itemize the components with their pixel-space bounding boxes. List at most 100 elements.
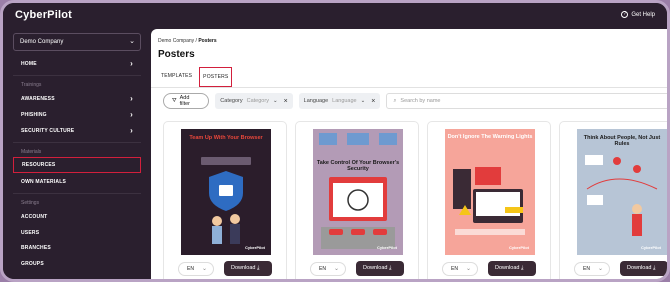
get-help-button[interactable]: ? Get Help: [621, 11, 655, 18]
poster-brand: CyberPilot: [640, 245, 661, 250]
download-label: Download: [363, 265, 388, 271]
poster-thumbnail[interactable]: Team Up With Your Browser CyberPilot: [181, 129, 271, 255]
download-icon: ⤓: [389, 265, 392, 271]
language-select[interactable]: EN ⌄: [178, 262, 214, 276]
sidebar-item-branches[interactable]: BRANCHES: [13, 241, 141, 255]
get-help-label: Get Help: [631, 11, 655, 18]
sidebar-item-users[interactable]: USERS: [13, 226, 141, 240]
download-label: Download: [495, 265, 520, 271]
tab-templates[interactable]: TEMPLATES: [158, 67, 195, 87]
download-label: Download: [627, 265, 652, 271]
poster-illustration: [585, 155, 658, 236]
company-select[interactable]: Demo Company ⌄: [13, 33, 141, 51]
language-select[interactable]: EN ⌄: [310, 262, 346, 276]
language-select[interactable]: EN ⌄: [442, 262, 478, 276]
chevron-down-icon: ⌄: [201, 266, 207, 272]
tab-posters[interactable]: POSTERS: [199, 67, 233, 87]
filter-icon: ⛛: [172, 97, 177, 104]
chevron-right-icon: ›: [130, 110, 133, 119]
poster-card[interactable]: Don't Ignore The Warning Lights CyberPil…: [427, 121, 551, 279]
sidebar-item-security-culture[interactable]: SECURITY CULTURE ›: [13, 124, 141, 138]
download-button[interactable]: Download ⤓: [356, 261, 404, 276]
poster-thumbnail[interactable]: Take Control Of Your Browser's Security …: [313, 129, 403, 255]
category-filter[interactable]: Category Category ⌄ ×: [215, 93, 293, 109]
search-icon: ⌕: [393, 97, 397, 104]
sidebar-item-label: PHISHING: [21, 112, 47, 118]
poster-illustration: [319, 133, 397, 249]
sidebar-item-label: BRANCHES: [21, 245, 51, 251]
chevron-right-icon: ›: [130, 94, 133, 103]
sidebar-item-home[interactable]: HOME ›: [13, 57, 141, 71]
language-filter[interactable]: Language Language ⌄ ×: [298, 93, 381, 109]
chevron-right-icon: ›: [130, 126, 133, 135]
poster-illustration: [453, 167, 525, 235]
chevron-down-icon: ⌄: [360, 98, 366, 104]
divider: [13, 193, 141, 194]
add-filter-button[interactable]: ⛛ Add filter: [163, 93, 210, 109]
chevron-right-icon: ›: [130, 59, 133, 68]
sidebar-item-resources[interactable]: RESOURCES: [13, 157, 141, 173]
clear-category-icon[interactable]: ×: [284, 98, 288, 105]
search-input[interactable]: ⌕ Search by name: [386, 93, 667, 109]
sidebar-item-groups[interactable]: GROUPS: [13, 257, 141, 271]
sidebar-item-label: HOME: [21, 61, 37, 67]
search-placeholder: Search by name: [400, 98, 441, 104]
sidebar-item-phishing[interactable]: PHISHING ›: [13, 108, 141, 122]
sidebar-item-own-materials[interactable]: OWN MATERIALS: [13, 175, 141, 189]
sidebar-item-label: ACCOUNT: [21, 214, 48, 220]
app-window: CyberPilot ? Get Help Demo Company ⌄ HOM…: [0, 0, 670, 282]
clear-language-icon[interactable]: ×: [371, 98, 375, 105]
poster-brand: CyberPilot: [244, 245, 265, 250]
tab-bar: TEMPLATES POSTERS: [158, 67, 233, 87]
poster-card[interactable]: Take Control Of Your Browser's Security …: [295, 121, 419, 279]
download-button[interactable]: Download ⤓: [620, 261, 667, 276]
logo: CyberPilot: [15, 9, 73, 21]
sidebar-item-account[interactable]: ACCOUNT: [13, 210, 141, 224]
download-icon: ⤓: [521, 265, 524, 271]
poster-brand: CyberPilot: [376, 245, 397, 250]
page-title: Posters: [158, 49, 195, 60]
section-materials: Materials: [21, 149, 42, 155]
poster-card[interactable]: Think About People, Not Just Rules Cyber…: [559, 121, 667, 279]
company-name: Demo Company: [20, 39, 64, 45]
poster-brand: CyberPilot: [508, 245, 529, 250]
sidebar-item-label: RESOURCES: [22, 162, 56, 168]
filter-bar: ⛛ Add filter Category Category ⌄ × Langu…: [163, 93, 667, 109]
sidebar-item-label: GROUPS: [21, 261, 44, 267]
download-icon: ⤓: [257, 265, 260, 271]
sidebar-item-label: OWN MATERIALS: [21, 179, 67, 185]
poster-thumbnail[interactable]: Don't Ignore The Warning Lights CyberPil…: [445, 129, 535, 255]
divider: [151, 87, 667, 88]
sidebar-item-label: AWARENESS: [21, 96, 55, 102]
breadcrumb-current: Posters: [198, 38, 217, 44]
breadcrumb: Demo Company / Posters: [158, 38, 217, 44]
section-settings: Settings: [21, 200, 40, 206]
language-filter-value: Language: [332, 98, 357, 104]
sidebar-item-label: USERS: [21, 230, 40, 236]
chevron-down-icon: ⌄: [129, 38, 135, 45]
chevron-down-icon: ⌄: [272, 98, 278, 104]
poster-thumbnail[interactable]: Think About People, Not Just Rules Cyber…: [577, 129, 667, 255]
help-icon: ?: [621, 11, 629, 18]
section-trainings: Trainings: [21, 82, 42, 88]
sidebar-item-awareness[interactable]: AWARENESS ›: [13, 92, 141, 106]
language-select[interactable]: EN ⌄: [574, 262, 610, 276]
category-filter-value: Category: [246, 98, 269, 104]
chevron-down-icon: ⌄: [465, 266, 471, 272]
language-value: EN: [319, 266, 326, 272]
divider: [13, 142, 141, 143]
poster-title: Take Control Of Your Browser's Security: [316, 160, 400, 172]
divider: [13, 75, 141, 76]
breadcrumb-root[interactable]: Demo Company: [158, 38, 194, 44]
breadcrumb-separator: /: [195, 38, 197, 44]
language-filter-label: Language: [303, 98, 329, 104]
chevron-down-icon: ⌄: [597, 266, 603, 272]
main-content: Demo Company / Posters Posters TEMPLATES…: [151, 29, 667, 279]
add-filter-label: Add filter: [179, 95, 191, 107]
download-button[interactable]: Download ⤓: [488, 261, 536, 276]
sidebar: Demo Company ⌄ HOME › Trainings AWARENES…: [3, 29, 151, 279]
download-button[interactable]: Download ⤓: [224, 261, 272, 276]
poster-illustration: [201, 157, 251, 244]
poster-card[interactable]: Team Up With Your Browser CyberPilot EN …: [163, 121, 287, 279]
language-value: EN: [187, 266, 194, 272]
